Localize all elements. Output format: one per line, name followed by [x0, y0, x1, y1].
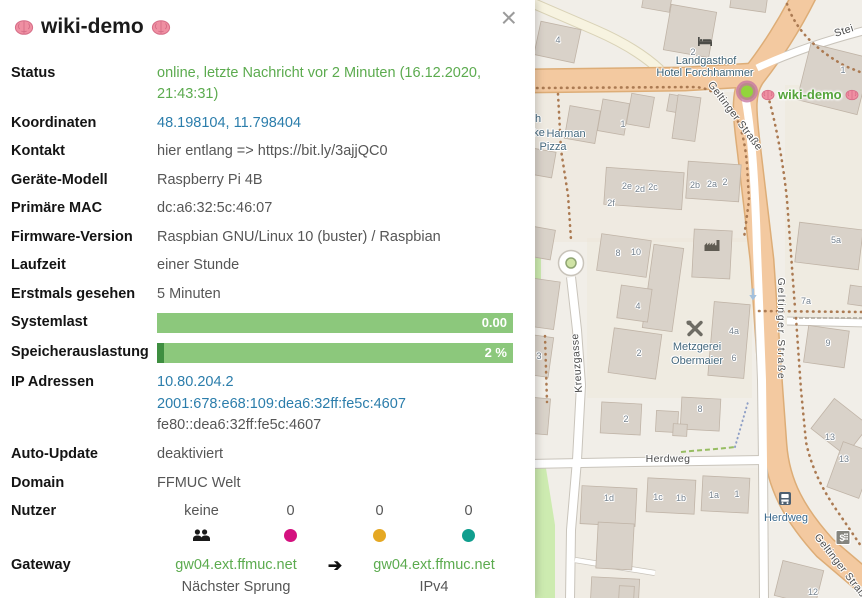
- row-nutzer: Nutzer keine 0: [11, 501, 513, 547]
- node-marker[interactable]: [733, 78, 761, 111]
- row-label: Auto-Update: [11, 444, 157, 465]
- row-label: Systemlast: [11, 312, 157, 333]
- firmware-value: Raspbian GNU/Linux 10 (buster) / Raspbia…: [157, 227, 513, 248]
- clients-dot-teal: [462, 529, 475, 542]
- row-auto-update: Auto-Update deaktiviert: [11, 444, 513, 465]
- node-map-label[interactable]: wiki-demo: [761, 87, 859, 102]
- brain-emoji-icon: [761, 89, 775, 101]
- systemlast-value: 0.00: [482, 313, 507, 333]
- row-primaere-mac: Primäre MAC dc:a6:32:5c:46:07: [11, 198, 513, 219]
- status-value: online, letzte Nachricht vor 2 Minuten (…: [157, 63, 513, 105]
- meshviewer-app: wiki-demo × Status online, letzte Nachri…: [0, 0, 862, 598]
- grass-area: [535, 462, 555, 598]
- row-label: Koordinaten: [11, 113, 157, 134]
- row-label: Kontakt: [11, 141, 157, 162]
- node-detail-rows: Status online, letzte Nachricht vor 2 Mi…: [0, 63, 535, 598]
- memory-bar-fill: [157, 343, 164, 363]
- ip-link-v4[interactable]: 10.80.204.2: [157, 372, 513, 394]
- memory-value: 2 %: [485, 343, 507, 363]
- roundabout: [559, 251, 584, 276]
- clients-count: 0: [335, 501, 424, 522]
- arrow-right-icon: ➔: [315, 555, 355, 576]
- row-label: Laufzeit: [11, 255, 157, 276]
- memory-bar: 2 %: [157, 343, 513, 363]
- clients-icon: [192, 529, 211, 542]
- row-ip-adressen: IP Adressen 10.80.204.2 2001:678:e68:109…: [11, 372, 513, 437]
- row-firmware: Firmware-Version Raspbian GNU/Linux 10 (…: [11, 227, 513, 248]
- ip-link-v6[interactable]: 2001:678:e68:109:dea6:32ff:fe5c:4607: [157, 394, 513, 416]
- clients-total: keine: [157, 501, 246, 522]
- clients-dot-amber: [373, 529, 386, 542]
- clients-other-col: 0: [424, 501, 513, 547]
- row-koordinaten: Koordinaten 48.198104, 11.798404: [11, 113, 513, 134]
- node-map-label-text: wiki-demo: [778, 87, 842, 102]
- clients-dot-magenta: [284, 529, 297, 542]
- row-status: Status online, letzte Nachricht vor 2 Mi…: [11, 63, 513, 105]
- brain-emoji-icon: [845, 89, 859, 101]
- gateway-hop-link[interactable]: gw04.ext.ffmuc.net: [175, 557, 296, 573]
- row-speicherauslastung: Speicherauslastung 2 %: [11, 342, 513, 363]
- clients-24ghz-col: 0: [246, 501, 335, 547]
- row-geraete-modell: Geräte-Modell Raspberry Pi 4B: [11, 170, 513, 191]
- row-gateway: Gateway gw04.ext.ffmuc.net Nächster Spru…: [11, 555, 513, 598]
- row-systemlast: Systemlast 0.00: [11, 312, 513, 333]
- brain-emoji-icon: [14, 19, 34, 36]
- clients-count: 0: [246, 501, 335, 522]
- systemlast-bar: 0.00: [157, 313, 513, 333]
- node-info-panel: wiki-demo × Status online, letzte Nachri…: [0, 0, 535, 598]
- model-value: Raspberry Pi 4B: [157, 170, 513, 191]
- gateway-hop-col: gw04.ext.ffmuc.net Nächster Sprung: [157, 555, 315, 598]
- domain-value: FFMUC Welt: [157, 473, 513, 494]
- row-label: Status: [11, 63, 157, 105]
- clients-count: 0: [424, 501, 513, 522]
- clients-5ghz-col: 0: [335, 501, 424, 547]
- row-label: Geräte-Modell: [11, 170, 157, 191]
- panel-header: wiki-demo ×: [0, 0, 535, 39]
- map[interactable]: $ wiki-demo Geltinger StraßeGeltinger St…: [535, 0, 862, 598]
- clients-total-col: keine: [157, 501, 246, 547]
- row-erstmals-gesehen: Erstmals gesehen 5 Minuten: [11, 284, 513, 305]
- mac-value: dc:a6:32:5c:46:07: [157, 198, 513, 219]
- row-label: Erstmals gesehen: [11, 284, 157, 305]
- kontakt-value: hier entlang => https://bit.ly/3ajjQC0: [157, 141, 513, 162]
- coordinates-link[interactable]: 48.198104, 11.798404: [157, 115, 301, 131]
- gateway-ipv4-link[interactable]: gw04.ext.ffmuc.net: [373, 557, 494, 573]
- row-kontakt: Kontakt hier entlang => https://bit.ly/3…: [11, 141, 513, 162]
- row-label: Gateway: [11, 555, 157, 598]
- gateway-ipv4-sublabel: IPv4: [355, 576, 513, 598]
- row-label: Speicherauslastung: [11, 342, 157, 363]
- row-label: IP Adressen: [11, 372, 157, 437]
- uptime-value: einer Stunde: [157, 255, 513, 276]
- close-icon[interactable]: ×: [501, 4, 517, 32]
- row-label: Domain: [11, 473, 157, 494]
- brain-emoji-icon: [151, 19, 171, 36]
- gateway-hop-sublabel: Nächster Sprung: [157, 576, 315, 598]
- ip-linklocal: fe80::dea6:32ff:fe5c:4607: [157, 415, 513, 437]
- row-label: Primäre MAC: [11, 198, 157, 219]
- row-domain: Domain FFMUC Welt: [11, 473, 513, 494]
- page-title: wiki-demo: [14, 15, 521, 39]
- autoupdate-value: deaktiviert: [157, 444, 513, 465]
- row-label: Firmware-Version: [11, 227, 157, 248]
- node-title-text: wiki-demo: [41, 15, 144, 39]
- firstseen-value: 5 Minuten: [157, 284, 513, 305]
- gateway-ipv4-col: gw04.ext.ffmuc.net IPv4: [355, 555, 513, 598]
- row-label: Nutzer: [11, 501, 157, 547]
- row-laufzeit: Laufzeit einer Stunde: [11, 255, 513, 276]
